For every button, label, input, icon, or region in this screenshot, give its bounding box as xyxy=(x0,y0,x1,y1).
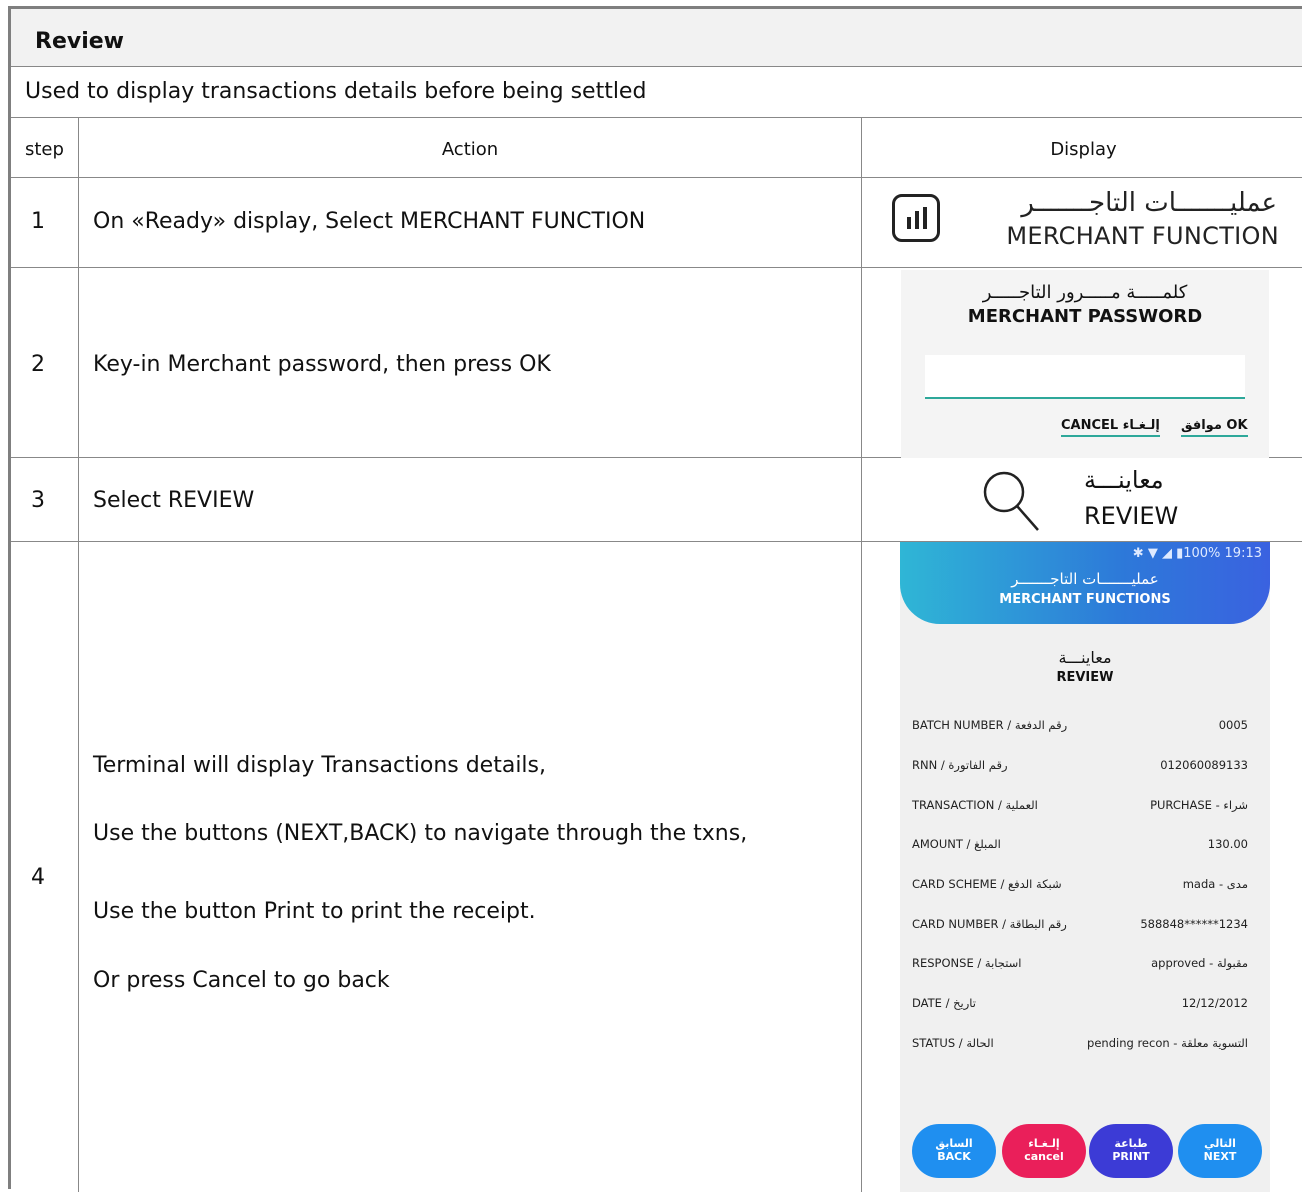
password-title: MERCHANT PASSWORD xyxy=(967,306,1203,327)
step-number: 2 xyxy=(31,352,45,377)
table-title-row: Review xyxy=(11,9,1302,67)
review-arabic: معاينـــة xyxy=(1084,466,1164,494)
table-row: 4 Terminal will display Transactions det… xyxy=(11,542,1302,1192)
table-row: 1 On «Ready» display, Select MERCHANT FU… xyxy=(11,178,1302,268)
table-row: 3 Select REVIEW معاينـــة REVIEW xyxy=(11,458,1302,542)
status-bar: ✱ ▼ ◢ ▮100% 19:13 xyxy=(1132,546,1262,561)
step-action-line: Terminal will display Transactions detai… xyxy=(93,753,546,778)
back-button[interactable]: السابق BACK xyxy=(912,1124,996,1178)
password-title-arabic: كلمـــــة مـــــرور التاجـــــر xyxy=(982,282,1188,303)
description-row: Used to display transactions details bef… xyxy=(11,67,1302,118)
header-step: step xyxy=(11,118,79,177)
step-number: 4 xyxy=(31,865,45,890)
header-display: Display xyxy=(1050,139,1117,160)
step-action-line: Use the buttons (NEXT,BACK) to navigate … xyxy=(93,821,748,846)
table-row: 2 Key-in Merchant password, then press O… xyxy=(11,268,1302,458)
table-header-row: step Action Display xyxy=(11,118,1302,178)
header-action: Action xyxy=(79,118,862,177)
review-heading-arabic: معاينـــة xyxy=(1058,648,1112,667)
review-label: REVIEW xyxy=(1084,502,1179,530)
step-action: Select REVIEW xyxy=(93,488,255,513)
next-button[interactable]: التالي NEXT xyxy=(1178,1124,1262,1178)
review-procedure-table: Review Used to display transactions deta… xyxy=(8,6,1302,1192)
terminal-header: ✱ ▼ ◢ ▮100% 19:13 عمليـــــــات التاجـــ… xyxy=(900,542,1270,624)
password-screen: كلمـــــة مـــــرور التاجـــــر MERCHANT… xyxy=(901,270,1269,458)
step-action-line: Use the button Print to print the receip… xyxy=(93,899,536,924)
review-heading: REVIEW xyxy=(1056,670,1114,685)
ok-button[interactable]: موافق OK xyxy=(1181,418,1248,437)
transaction-review-display: ✱ ▼ ◢ ▮100% 19:13 عمليـــــــات التاجـــ… xyxy=(862,542,1302,1192)
search-icon xyxy=(983,471,1039,531)
section-title: Review xyxy=(35,29,124,54)
cancel-button[interactable]: إلـغـاء cancel xyxy=(1002,1124,1086,1178)
terminal-header-arabic: عمليـــــــات التاجـــــــر xyxy=(1011,570,1159,588)
step-action-line: Or press Cancel to go back xyxy=(93,968,390,993)
review-display: معاينـــة REVIEW xyxy=(862,458,1302,541)
password-display: كلمـــــة مـــــرور التاجـــــر MERCHANT… xyxy=(862,268,1302,458)
password-input[interactable] xyxy=(925,355,1245,399)
terminal-screen: ✱ ▼ ◢ ▮100% 19:13 عمليـــــــات التاجـــ… xyxy=(900,542,1270,1192)
cancel-button[interactable]: CANCEL إلـغـاء xyxy=(1061,418,1160,437)
step-number: 1 xyxy=(31,209,45,234)
merchant-function-arabic: عمليـــــــات التاجـــــــر xyxy=(1021,188,1277,218)
bar-chart-icon xyxy=(892,194,940,242)
merchant-function-label: MERCHANT FUNCTION xyxy=(1006,222,1279,250)
step-action: On «Ready» display, Select MERCHANT FUNC… xyxy=(93,209,646,234)
step-number: 3 xyxy=(31,488,45,513)
section-description: Used to display transactions details bef… xyxy=(25,79,647,104)
terminal-header-title: MERCHANT FUNCTIONS xyxy=(999,592,1171,607)
merchant-function-display: عمليـــــــات التاجـــــــر MERCHANT FUN… xyxy=(862,178,1302,267)
step-action: Key-in Merchant password, then press OK xyxy=(93,352,551,377)
print-button[interactable]: طباعة PRINT xyxy=(1089,1124,1173,1178)
